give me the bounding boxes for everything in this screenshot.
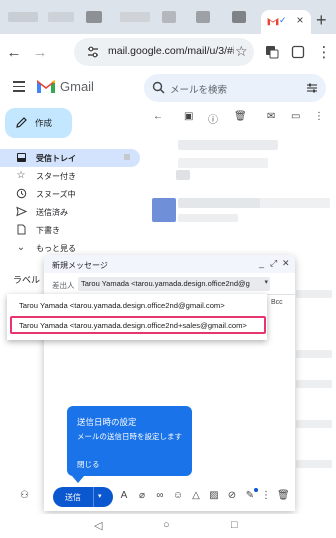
more-options-icon[interactable]: ⋮ [260, 490, 272, 501]
tooltip-arrow [72, 476, 84, 483]
unread-count-badge [124, 154, 130, 160]
tooltip-body: メールの送信日時を設定します [77, 432, 182, 441]
sidebar-item-label: スヌーズ中 [36, 190, 76, 199]
chevron-down-icon: ⌄ [16, 242, 26, 253]
site-settings-icon[interactable] [86, 45, 100, 59]
sidebar-item-label: 送信済み [36, 208, 68, 217]
close-icon[interactable]: ✕ [282, 258, 290, 269]
back-to-list-icon[interactable]: ← [153, 111, 163, 122]
highlight-box [10, 316, 266, 334]
search-options-icon[interactable] [306, 82, 318, 94]
labels-heading: ラベル [13, 275, 41, 285]
blurred-tab[interactable] [232, 11, 246, 23]
android-home-icon[interactable]: ○ [163, 519, 170, 531]
compose-label: 作成 [35, 118, 53, 128]
sidebar-item-sent[interactable]: 送信済み [0, 203, 140, 221]
send-label: 送信 [65, 493, 81, 502]
browser-tab-strip: ✓ × + [0, 0, 336, 34]
clock-icon [15, 188, 27, 200]
active-tab[interactable]: ✓ × [261, 10, 311, 34]
from-option[interactable]: Tarou Yamada <tarou.yamada.design.office… [19, 301, 225, 310]
new-tab-button[interactable]: + [316, 11, 327, 29]
blurred-tab[interactable] [120, 12, 150, 22]
send-icon [15, 206, 27, 218]
back-icon[interactable]: ← [4, 42, 24, 62]
tooltip-close-link[interactable]: 閉じる [77, 459, 100, 470]
app-name: Gmail [60, 79, 94, 94]
sidebar-item-starred[interactable]: ☆ スター付き [0, 167, 140, 185]
account-icon[interactable]: ⚇ [20, 490, 29, 501]
star-icon: ☆ [16, 170, 26, 181]
formatting-icon[interactable]: A [118, 490, 130, 501]
mark-unread-icon[interactable]: ✉ [267, 111, 275, 122]
pencil-icon [16, 117, 27, 128]
tab-check-icon: ✓ [279, 15, 287, 25]
tab-count-icon[interactable] [288, 42, 308, 62]
sidebar-item-label: 受信トレイ [36, 154, 76, 163]
bookmark-star-icon[interactable]: ☆ [235, 43, 248, 60]
minimize-icon[interactable]: _ [259, 258, 264, 268]
draft-icon [15, 224, 27, 236]
compose-title: 新規メッセージ [52, 261, 108, 270]
from-row: 差出人 Tarou Yamada <tarou.yamada.design.of… [44, 273, 295, 295]
bcc-link[interactable]: Bcc [271, 299, 283, 306]
blurred-tab[interactable] [196, 11, 210, 23]
from-select[interactable]: Tarou Yamada <tarou.yamada.design.office… [78, 277, 270, 291]
sidebar-item-label: スター付き [36, 172, 76, 181]
caret-down-icon: ▾ [264, 279, 268, 286]
android-recents-icon[interactable]: □ [231, 519, 238, 531]
android-back-icon[interactable]: ◁ [94, 519, 102, 532]
browser-toolbar: ← → mail.google.com/mail/u/3/#i ☆ ⋮ [0, 34, 336, 70]
gmail-favicon-icon [267, 18, 279, 26]
compose-header[interactable]: 新規メッセージ _ ⤢ ✕ [44, 255, 295, 273]
archive-icon[interactable]: ▣ [184, 111, 193, 122]
search-bar[interactable]: メールを検索 [144, 74, 326, 102]
search-icon[interactable] [152, 81, 165, 94]
sidebar-item-drafts[interactable]: 下書き [0, 221, 140, 239]
sidebar-item-label: もっと見る [36, 244, 76, 253]
blurred-tab[interactable] [8, 12, 38, 22]
more-menu-icon[interactable]: ⋮ [314, 42, 334, 62]
schedule-send-caret-icon[interactable]: ▾ [98, 492, 102, 500]
fullscreen-icon[interactable]: ⤢ [270, 258, 277, 269]
blurred-tab[interactable] [86, 11, 102, 23]
translate-icon[interactable] [262, 42, 282, 62]
close-tab-icon[interactable]: × [293, 13, 307, 27]
photo-icon[interactable]: ▨ [208, 490, 220, 501]
blurred-tab[interactable] [162, 11, 176, 23]
sidebar-item-label: 下書き [36, 226, 60, 235]
from-label: 差出人 [52, 281, 75, 290]
android-nav-bar: ◁ ○ □ [0, 514, 336, 538]
move-to-icon[interactable]: ▭ [291, 111, 300, 122]
delete-icon[interactable]: 🗑 [234, 111, 247, 122]
send-button[interactable]: 送信 ▾ [53, 487, 113, 507]
send-divider [93, 487, 94, 507]
compose-button[interactable]: 作成 [5, 108, 72, 138]
address-bar[interactable]: mail.google.com/mail/u/3/#i ☆ [74, 38, 254, 66]
report-spam-icon[interactable]: ⓘ [208, 111, 218, 126]
drive-icon[interactable]: △ [190, 490, 202, 501]
forward-icon[interactable]: → [30, 42, 50, 62]
from-value: Tarou Yamada <tarou.yamada.design.office… [81, 279, 250, 288]
schedule-send-tooltip: 送信日時の設定 メールの送信日時を設定します 閉じる [67, 406, 192, 476]
attach-icon[interactable]: ⌀ [136, 490, 148, 501]
sidebar-item-inbox[interactable]: 受信トレイ [0, 149, 140, 167]
main-menu-icon[interactable] [13, 81, 25, 95]
link-icon[interactable]: ∞ [154, 490, 166, 501]
search-input[interactable]: メールを検索 [170, 82, 227, 96]
gmail-header: Gmail メールを検索 [0, 70, 336, 106]
url-text[interactable]: mail.google.com/mail/u/3/#i [108, 45, 234, 57]
more-actions-icon[interactable]: ⋮ [314, 111, 324, 122]
sidebar-item-snoozed[interactable]: スヌーズ中 [0, 185, 140, 203]
emoji-icon[interactable]: ☺ [172, 490, 184, 501]
notification-dot [254, 488, 258, 492]
inbox-icon [15, 152, 27, 164]
tooltip-title: 送信日時の設定 [77, 417, 137, 427]
gmail-logo-icon [37, 80, 55, 93]
confidential-icon[interactable]: ⊘ [226, 490, 238, 501]
discard-draft-icon[interactable]: 🗑 [277, 490, 290, 501]
blurred-tab[interactable] [48, 12, 74, 22]
